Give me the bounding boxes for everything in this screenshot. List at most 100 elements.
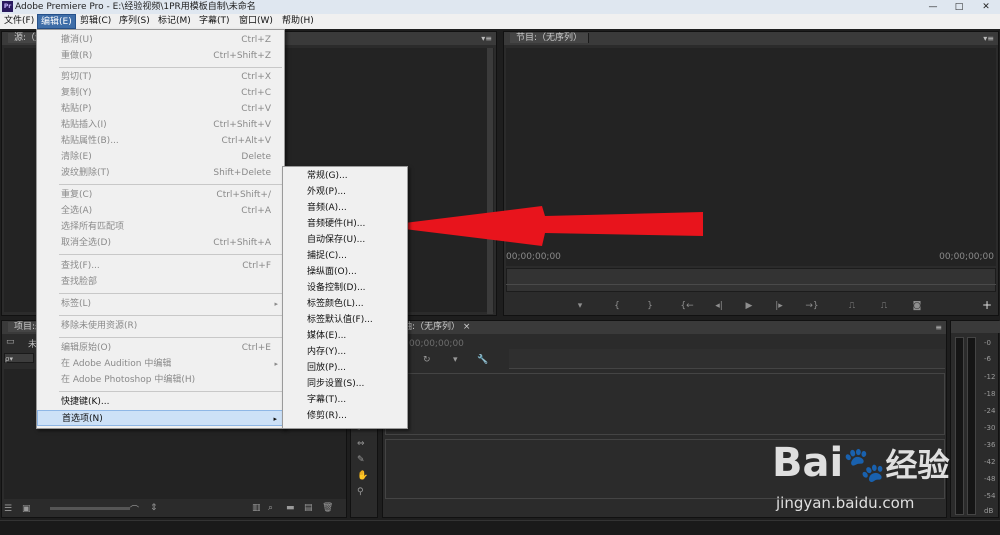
ripple-edit-icon[interactable]: ⇔	[357, 439, 365, 449]
menu-item-edit-original[interactable]: 编辑原始(O) Ctrl+E	[37, 340, 284, 356]
extract-icon[interactable]: ⎍	[876, 300, 892, 313]
zoom-slider[interactable]	[50, 507, 130, 510]
timeline-ruler[interactable]	[509, 349, 945, 369]
automate-icon[interactable]: ▥	[252, 503, 261, 513]
source-scrollbar[interactable]	[487, 48, 493, 314]
submenu-item-label-defaults[interactable]: 标签默认值(F)...	[307, 312, 373, 328]
submenu-item-label-colors[interactable]: 标签颜色(L)...	[307, 296, 364, 312]
menu-separator	[59, 391, 282, 392]
menu-item-paste-attributes[interactable]: 粘贴属性(B)... Ctrl+Alt+V	[37, 133, 284, 149]
go-to-in-icon[interactable]: {←	[679, 300, 695, 313]
menu-item-edit-in-photoshop[interactable]: 在 Adobe Photoshop 中编辑(H)	[37, 372, 284, 388]
menu-item-clear[interactable]: 清除(E) Delete	[37, 149, 284, 165]
zoom-tool-icon[interactable]: ⚲	[357, 487, 364, 497]
pen-icon[interactable]: ✎	[357, 455, 365, 465]
menu-help[interactable]: 帮助(H)	[279, 14, 317, 29]
step-forward-icon[interactable]: |▸	[771, 300, 787, 313]
window-title: Adobe Premiere Pro - E:\经验视频\1PR用模板自制\未命…	[15, 2, 256, 12]
menu-item-find[interactable]: 查找(F)... Ctrl+F	[37, 258, 284, 274]
submenu-item-auto-save[interactable]: 自动保存(U)...	[307, 232, 365, 248]
minimize-button[interactable]: —	[920, 0, 946, 14]
source-panel-menu-icon[interactable]: ▾≡	[481, 32, 492, 45]
submenu-item-appearance[interactable]: 外观(P)...	[307, 184, 346, 200]
marker-icon[interactable]: ▾	[453, 355, 458, 365]
lift-icon[interactable]: ⎍	[844, 300, 860, 313]
menu-separator	[59, 67, 282, 68]
menu-item-deselect-all[interactable]: 取消全选(D) Ctrl+Shift+A	[37, 235, 284, 251]
menu-sequence[interactable]: 序列(S)	[116, 14, 153, 29]
menu-item-preferences[interactable]: 首选项(N) ▸	[37, 410, 284, 426]
watermark-brand: Bai🐾经验	[772, 440, 950, 486]
menu-file[interactable]: 文件(F)	[1, 14, 37, 29]
submenu-item-trim[interactable]: 修剪(R)...	[307, 408, 347, 424]
submenu-item-playback[interactable]: 回放(P)...	[307, 360, 346, 376]
timeline-menu-icon[interactable]: ≡	[935, 321, 942, 334]
close-button[interactable]: ✕	[972, 0, 1000, 14]
icon-view-icon[interactable]: ▣	[22, 504, 31, 514]
mark-out-icon[interactable]: }	[642, 300, 658, 313]
submenu-item-control-surface[interactable]: 操纵面(O)...	[307, 264, 357, 280]
submenu-item-media[interactable]: 媒体(E)...	[307, 328, 346, 344]
submenu-item-sync-settings[interactable]: 同步设置(S)...	[307, 376, 364, 392]
timeline-close-icon[interactable]: ×	[463, 322, 471, 332]
submenu-item-memory[interactable]: 内存(Y)...	[307, 344, 346, 360]
menu-item-undo[interactable]: 撤消(U) Ctrl+Z	[37, 32, 284, 48]
menu-item-label[interactable]: 标签(L) ▸	[37, 296, 284, 312]
add-marker-icon[interactable]: ▾	[572, 300, 588, 313]
step-back-icon[interactable]: ◂|	[711, 300, 727, 313]
menu-title[interactable]: 字幕(T)	[196, 14, 233, 29]
red-arrow-icon	[380, 206, 703, 246]
snap-icon[interactable]: ↻	[423, 355, 431, 365]
menu-bar: 文件(F) 编辑(E) 剪辑(C) 序列(S) 标记(M) 字幕(T) 窗口(W…	[0, 14, 1000, 29]
timeline-timecode[interactable]: 00;00;00;00	[409, 339, 464, 349]
project-search-icon[interactable]: ρ▾	[4, 353, 34, 363]
go-to-out-icon[interactable]: →}	[804, 300, 820, 313]
submenu-item-audio-hardware[interactable]: 音频硬件(H)...	[307, 216, 365, 232]
sort-icon[interactable]: ⌒	[130, 503, 139, 516]
tools-panel: ⊩ ⇔ ✎ ✋ ⚲	[350, 420, 378, 518]
maximize-button[interactable]: □	[946, 0, 972, 14]
mark-in-icon[interactable]: {	[609, 300, 625, 313]
program-panel-menu-icon[interactable]: ▾≡	[983, 32, 994, 45]
new-item-icon[interactable]: ▤	[304, 503, 313, 513]
menu-marker[interactable]: 标记(M)	[155, 14, 194, 29]
menu-item-redo[interactable]: 重做(R) Ctrl+Shift+Z	[37, 48, 284, 64]
menu-item-ripple-delete[interactable]: 波纹删除(T) Shift+Delete	[37, 165, 284, 181]
export-frame-icon[interactable]: ◙	[909, 300, 925, 313]
updown-icon[interactable]: ⇕	[150, 503, 158, 513]
wrench-icon[interactable]: 🔧	[477, 355, 488, 365]
button-editor-icon[interactable]: +	[982, 298, 992, 312]
submenu-item-general[interactable]: 常规(G)...	[307, 168, 348, 184]
delete-icon[interactable]: 🗑	[322, 503, 333, 513]
submenu-item-capture[interactable]: 捕捉(C)...	[307, 248, 347, 264]
program-timecode-left[interactable]: 00;00;00;00	[506, 252, 561, 262]
program-zoom-bar[interactable]	[506, 284, 996, 294]
submenu-item-titler[interactable]: 字幕(T)...	[307, 392, 346, 408]
menu-item-find-faces[interactable]: 查找脸部	[37, 274, 284, 290]
timeline-tab[interactable]: 轴:（无序列）	[403, 322, 460, 332]
menu-item-paste-insert[interactable]: 粘贴插入(I) Ctrl+Shift+V	[37, 117, 284, 133]
menu-item-keyboard-shortcuts[interactable]: 快捷键(K)...	[37, 394, 284, 410]
submenu-item-device-control[interactable]: 设备控制(D)...	[307, 280, 366, 296]
menu-item-cut[interactable]: 剪切(T) Ctrl+X	[37, 69, 284, 85]
menu-item-select-matching[interactable]: 选择所有匹配项	[37, 219, 284, 235]
menu-item-remove-unused[interactable]: 移除未使用资源(R)	[37, 318, 284, 334]
menu-item-select-all[interactable]: 全选(A) Ctrl+A	[37, 203, 284, 219]
submenu-item-audio[interactable]: 音频(A)...	[307, 200, 347, 216]
menu-separator	[59, 254, 282, 255]
list-view-icon[interactable]: ☰	[4, 504, 12, 514]
hand-icon[interactable]: ✋	[357, 471, 368, 481]
new-bin-icon[interactable]: ▬	[286, 503, 295, 513]
program-tab[interactable]: 节目:（无序列）	[510, 33, 590, 43]
menu-item-edit-in-audition[interactable]: 在 Adobe Audition 中编辑 ▸	[37, 356, 284, 372]
menu-item-duplicate[interactable]: 重复(C) Ctrl+Shift+/	[37, 187, 284, 203]
premiere-logo-icon: Pr	[2, 1, 13, 12]
submenu-arrow-icon: ▸	[273, 415, 277, 423]
menu-edit[interactable]: 编辑(E)	[37, 14, 76, 29]
play-icon[interactable]: ▶	[741, 300, 757, 313]
menu-item-paste[interactable]: 粘贴(P) Ctrl+V	[37, 101, 284, 117]
find-icon[interactable]: ⌕	[268, 503, 273, 513]
menu-item-copy[interactable]: 复制(Y) Ctrl+C	[37, 85, 284, 101]
menu-clip[interactable]: 剪辑(C)	[77, 14, 114, 29]
menu-window[interactable]: 窗口(W)	[236, 14, 276, 29]
